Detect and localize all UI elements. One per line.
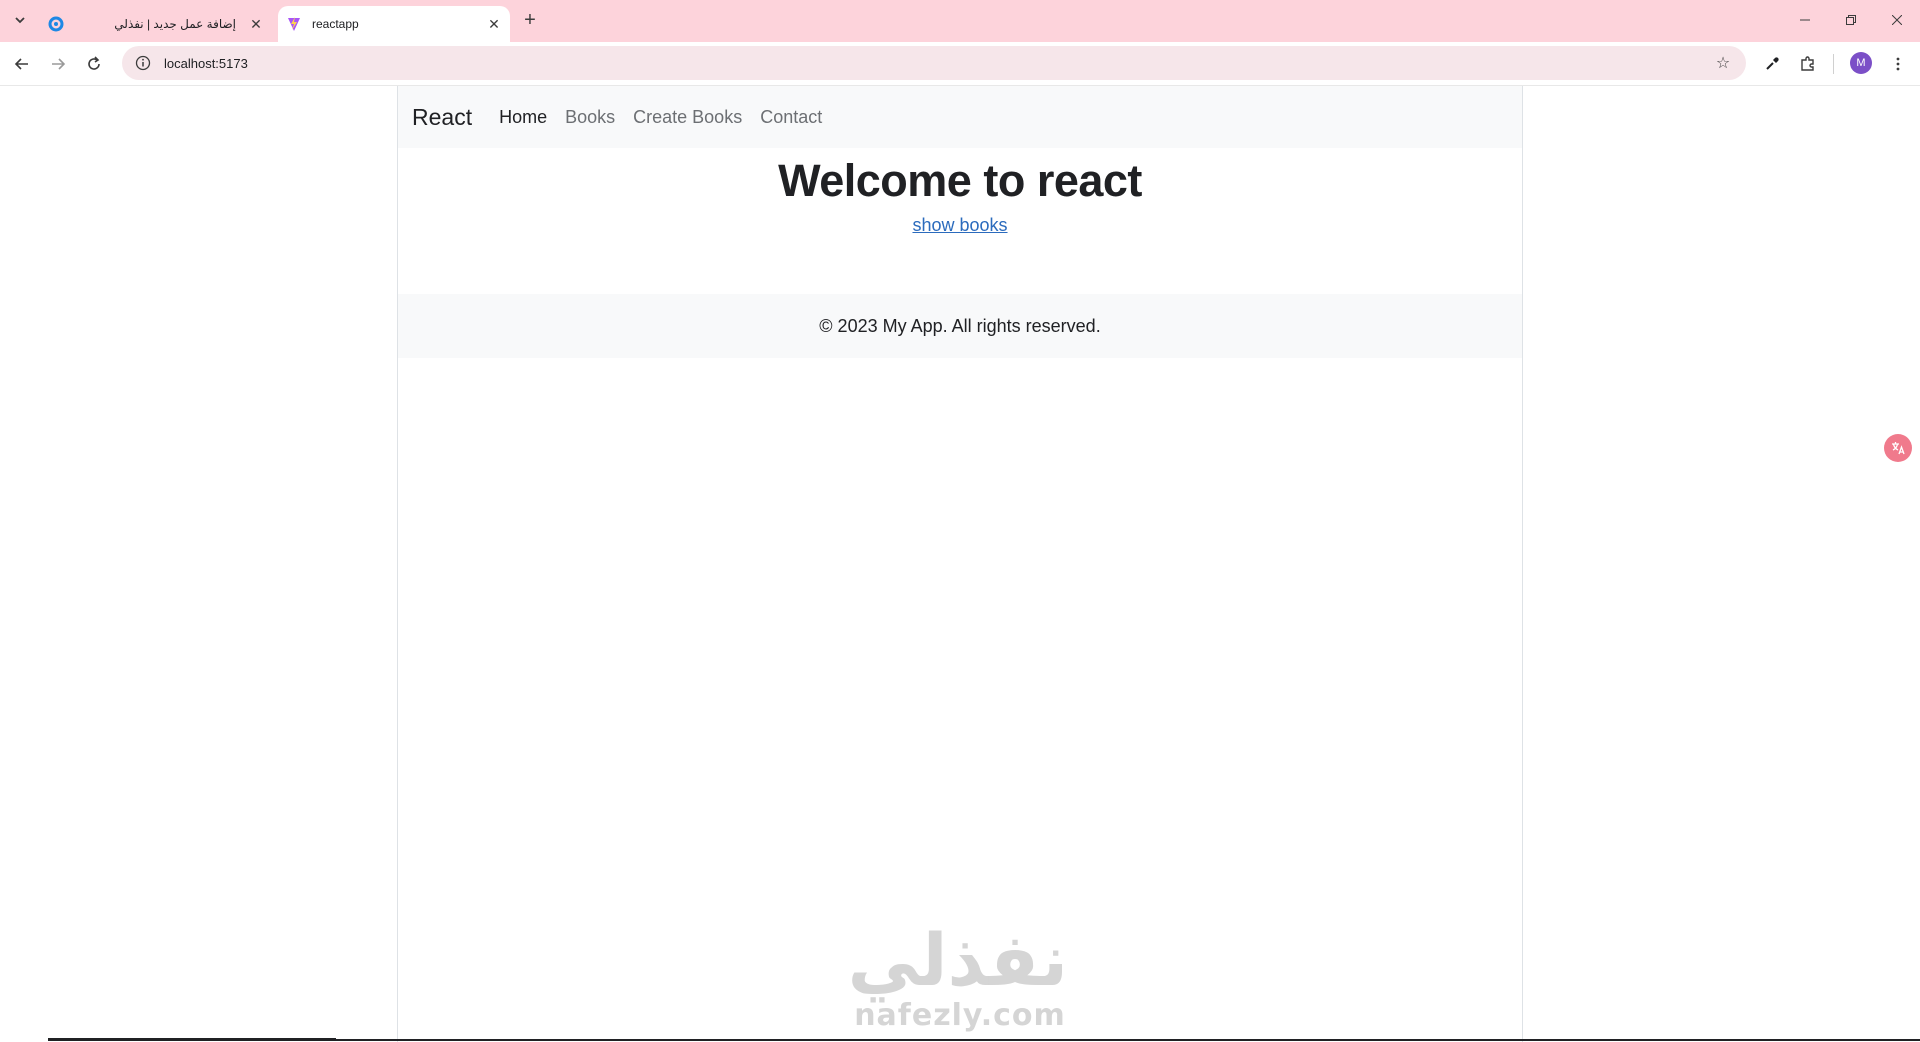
- url-text[interactable]: localhost:5173: [164, 56, 1708, 71]
- close-icon[interactable]: ✕: [246, 14, 266, 34]
- window-controls: [1782, 0, 1920, 40]
- close-window-button[interactable]: [1874, 0, 1920, 40]
- new-tab-button[interactable]: +: [518, 8, 542, 32]
- minimize-icon: [1800, 19, 1810, 21]
- site-info-icon[interactable]: [126, 46, 160, 80]
- chevron-down-icon: [15, 17, 25, 24]
- plus-icon: +: [524, 8, 536, 31]
- close-icon[interactable]: ✕: [484, 14, 504, 34]
- nav-link-home[interactable]: Home: [499, 107, 547, 128]
- bookmark-star-icon[interactable]: ☆: [1708, 48, 1738, 78]
- tab-reactapp[interactable]: reactapp ✕: [278, 6, 510, 42]
- close-icon: [1892, 15, 1902, 25]
- hero-section: Welcome to react show books: [398, 148, 1522, 294]
- navbar-brand[interactable]: React: [412, 104, 472, 131]
- restore-icon: [1846, 15, 1856, 25]
- profile-avatar[interactable]: M: [1850, 52, 1872, 74]
- nafezly-favicon-icon: [48, 16, 64, 32]
- extensions-puzzle-icon[interactable]: [1794, 50, 1822, 78]
- watermark-latin: nafezly.com: [854, 998, 1066, 1033]
- reload-button[interactable]: [80, 50, 108, 78]
- translate-icon[interactable]: [1884, 434, 1912, 462]
- bottom-edge-line: [336, 1039, 1920, 1041]
- back-button[interactable]: [8, 50, 36, 78]
- app-container: React Home Books Create Books Contact We…: [397, 86, 1523, 1042]
- reload-icon: [88, 56, 100, 70]
- footer-copyright: © 2023 My App. All rights reserved.: [819, 315, 1101, 336]
- watermark-arabic: نفذلي: [847, 918, 1068, 1002]
- browser-toolbar: localhost:5173 ☆: [0, 42, 1920, 86]
- minimize-button[interactable]: [1782, 0, 1828, 40]
- nafezly-watermark: نفذلي nafezly.com: [847, 918, 1068, 1033]
- arrow-right-icon: [52, 58, 66, 70]
- page-title: Welcome to react: [778, 155, 1142, 206]
- forward-button[interactable]: [44, 50, 72, 78]
- tab-title: إضافة عمل جديد | نفذلي: [114, 17, 236, 31]
- nav-link-create-books[interactable]: Create Books: [633, 107, 742, 128]
- restore-button[interactable]: [1828, 0, 1874, 40]
- app-navbar: React Home Books Create Books Contact: [398, 86, 1522, 148]
- app-footer: © 2023 My App. All rights reserved.: [398, 294, 1522, 358]
- show-books-link[interactable]: show books: [912, 215, 1007, 236]
- toolbar-separator: [1833, 54, 1834, 74]
- tab-title: reactapp: [312, 17, 359, 31]
- vite-favicon-icon: [286, 16, 302, 32]
- tab-search-button[interactable]: [8, 8, 32, 32]
- menu-kebab-icon[interactable]: [1884, 50, 1912, 78]
- address-bar[interactable]: localhost:5173 ☆: [122, 46, 1746, 80]
- tab-strip: إضافة عمل جديد | نفذلي ✕ reactapp ✕ +: [0, 0, 1920, 42]
- eyedropper-icon[interactable]: [1758, 50, 1786, 78]
- tab-nafezly[interactable]: إضافة عمل جديد | نفذلي ✕: [40, 6, 272, 42]
- avatar-initial: M: [1856, 57, 1866, 69]
- page-viewport: React Home Books Create Books Contact We…: [0, 86, 1920, 1042]
- arrow-left-icon: [14, 58, 28, 70]
- bottom-edge-line: [48, 1038, 336, 1041]
- nav-link-contact[interactable]: Contact: [760, 107, 822, 128]
- nav-link-books[interactable]: Books: [565, 107, 615, 128]
